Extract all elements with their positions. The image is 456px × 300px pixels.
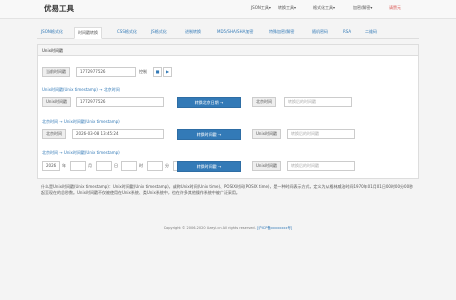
timestamp-panel: Unix时间戳 当前时间戳 1772977526 控制 ■ ▶ Unix时间戳(…	[37, 44, 419, 179]
footer: Copyright © 2006-2020 Uzeyi.cn All right…	[0, 226, 456, 231]
unix-timestamp-input[interactable]: 1772977526	[76, 97, 164, 107]
stop-icon[interactable]: ■	[153, 67, 162, 77]
section-unix-to-beijing-title: Unix时间戳(Unix timestamp) → 北京时间	[42, 87, 120, 92]
icp-link[interactable]: [沪ICP备xxxxxxxx号]	[257, 226, 292, 230]
top-navbar: 优易工具 JSON工具▾ 转换工具▾ 格式化工具▾ 加密/解密▾ 请赞元	[0, 0, 456, 19]
hour-input[interactable]	[121, 161, 137, 171]
month-input[interactable]	[70, 161, 86, 171]
panel-title: Unix时间戳	[38, 45, 418, 56]
tab-qrcode[interactable]: 二维码	[365, 29, 377, 35]
play-icon[interactable]: ▶	[163, 67, 172, 77]
timestamp-description: 什么是Unix时间戳(Unix timestamp)：Unix时间戳(Unix …	[41, 184, 414, 195]
tool-tabs: JSON格式化 时间戳转换 CSS格式化 JS格式化 进制转换 MD5/SHA/…	[37, 27, 419, 39]
tab-md5-sha[interactable]: MD5/SHA/SHA加密	[217, 29, 253, 35]
tab-css-format[interactable]: CSS格式化	[117, 29, 137, 35]
parts-result-field[interactable]: 转换后的时间戳	[287, 161, 355, 171]
year-unit: 年	[62, 163, 66, 168]
tab-special-crypto[interactable]: 特殊加密/解密	[269, 29, 294, 35]
day-unit: 日	[114, 163, 118, 168]
tab-timestamp[interactable]: 时间戳转换	[74, 27, 102, 39]
to-beijing-button[interactable]: 转换北京日期 →	[177, 97, 241, 108]
control-label: 控制	[139, 69, 147, 74]
parts-to-timestamp-button[interactable]: 转换时间戳 →	[177, 161, 241, 172]
section-beijing-to-unix-title: 北京时间 → Unix时间戳(Unix timestamp)	[42, 119, 120, 124]
site-logo[interactable]: 优易工具	[44, 3, 74, 14]
beijing-time-result-label: 北京时间	[252, 97, 276, 107]
nav-format-tools[interactable]: 格式化工具▾	[313, 5, 335, 11]
beijing-time-input[interactable]: 2026-03-08 13:45:24	[72, 129, 164, 139]
beijing-time-label: 北京时间	[42, 129, 66, 139]
timestamp-result-label: Unix时间戳	[252, 129, 281, 139]
nav-convert-tools[interactable]: 转换工具▾	[278, 5, 296, 11]
section-date-parts-title: 北京时间 → Unix时间戳(Unix timestamp)	[42, 150, 120, 155]
current-timestamp-label: 当前时间戳	[42, 67, 70, 77]
timestamp-result-field[interactable]: 转换后的时间戳	[287, 129, 355, 139]
nav-crypto-tools[interactable]: 加密/解密▾	[353, 5, 372, 11]
minute-unit: 分	[165, 163, 169, 168]
tab-json-format[interactable]: JSON格式化	[41, 29, 63, 35]
day-input[interactable]	[96, 161, 112, 171]
to-timestamp-button[interactable]: 转换时间戳 →	[177, 129, 241, 140]
copyright-text: Copyright © 2006-2020 Uzeyi.cn All right…	[163, 226, 256, 230]
tab-radix[interactable]: 进制转换	[185, 29, 201, 35]
year-input[interactable]: 2026	[42, 161, 60, 171]
beijing-time-result-field[interactable]: 转换后的时间戳	[284, 97, 352, 107]
minute-input[interactable]	[147, 161, 163, 171]
tab-js-format[interactable]: JS格式化	[151, 29, 167, 35]
nav-donate[interactable]: 请赞元	[389, 5, 401, 11]
hour-unit: 时	[139, 163, 143, 168]
nav-json-tools[interactable]: JSON工具▾	[251, 5, 271, 11]
month-unit: 月	[88, 163, 92, 168]
tab-random-password[interactable]: 随机密码	[312, 29, 328, 35]
unix-timestamp-label: Unix时间戳	[42, 97, 71, 107]
tab-rsa[interactable]: RSA	[343, 29, 351, 34]
parts-result-label: Unix时间戳	[252, 161, 281, 171]
current-timestamp-field[interactable]: 1772977526	[76, 67, 136, 77]
